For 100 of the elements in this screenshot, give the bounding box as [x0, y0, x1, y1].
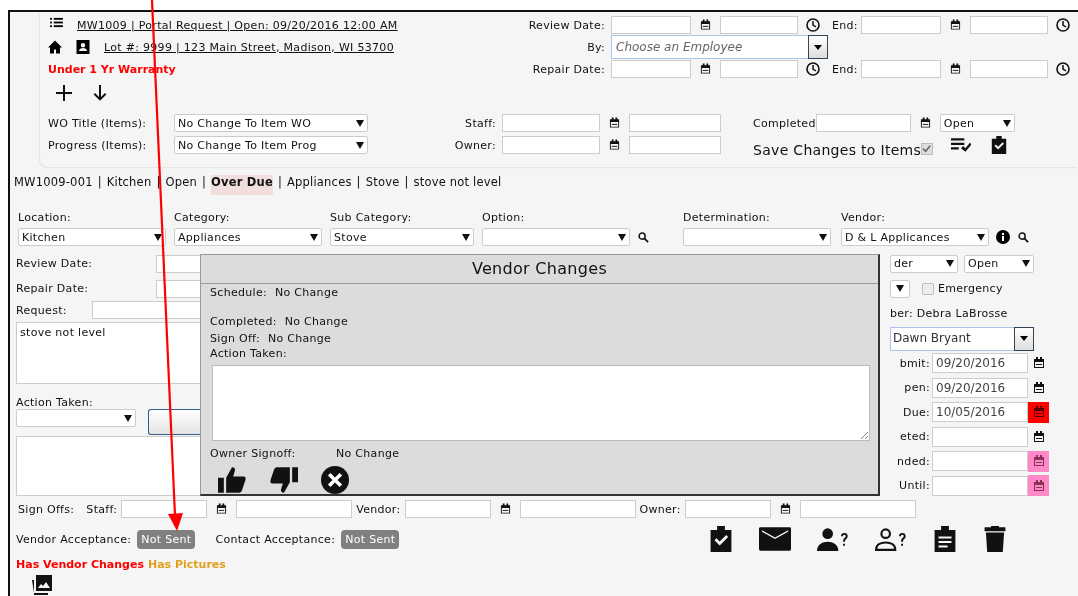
contact-card-icon[interactable] [76, 40, 90, 54]
calendar-icon[interactable] [499, 503, 511, 515]
save-changes-checkbox[interactable] [921, 143, 934, 155]
text-field[interactable] [799, 500, 916, 518]
type-select[interactable]: der [890, 254, 958, 273]
dropdown-button[interactable] [1014, 326, 1034, 351]
thumbs-up-icon[interactable] [216, 466, 248, 494]
field-label: End: [832, 18, 858, 32]
trash-icon[interactable] [983, 526, 1008, 552]
list-icon[interactable] [50, 16, 63, 28]
priority-select[interactable] [890, 279, 910, 298]
person-outline-question-icon[interactable] [875, 526, 908, 552]
pictures-icon[interactable] [32, 575, 52, 595]
field-label: Option: [482, 211, 526, 224]
date-field[interactable] [860, 16, 941, 34]
field-label: Review Date: [16, 257, 94, 270]
assignee-field[interactable]: Dawn Bryant [890, 326, 1014, 351]
calendar-button[interactable] [1028, 475, 1049, 497]
calendar-icon[interactable] [216, 503, 228, 515]
date-field[interactable] [611, 60, 691, 78]
resize-grip-icon[interactable] [860, 431, 868, 439]
field-label: Completed [753, 116, 816, 130]
employee-field[interactable]: Choose an Employee [611, 35, 808, 59]
text-field[interactable] [236, 500, 353, 518]
search-icon[interactable] [1018, 231, 1029, 243]
date-field[interactable] [932, 451, 1028, 472]
calendar-icon[interactable] [609, 139, 620, 151]
mail-icon[interactable] [759, 526, 792, 552]
date-field[interactable] [932, 426, 1028, 447]
summary-item: Appliances [287, 175, 352, 191]
thumbs-down-icon[interactable] [268, 466, 300, 494]
caret-icon [1020, 336, 1028, 341]
status-select[interactable]: Open [939, 114, 1015, 132]
info-icon[interactable] [996, 230, 1010, 244]
checkbox-label: Emergency [938, 282, 1003, 295]
clock-icon[interactable] [806, 62, 820, 76]
add-icon[interactable] [56, 85, 72, 101]
field-value: No Change [274, 286, 339, 299]
date-field[interactable] [860, 60, 941, 78]
dropdown-select[interactable]: Stove [330, 228, 474, 246]
clock-icon[interactable] [1055, 62, 1070, 76]
dropdown-select[interactable]: Appliances [174, 228, 322, 246]
field-value: No Change [336, 447, 400, 460]
clock-icon[interactable] [1055, 18, 1070, 32]
search-icon[interactable] [638, 231, 649, 243]
calendar-icon[interactable] [779, 503, 791, 515]
caret-icon [124, 414, 132, 422]
calendar-icon[interactable] [949, 63, 961, 75]
field-label: Action Taken: [16, 396, 94, 409]
field-label: Sign Off: [210, 332, 260, 345]
field-label: Due: [901, 405, 930, 419]
field-label: Vendor: [356, 502, 401, 516]
date-field[interactable] [404, 500, 491, 518]
clock-icon[interactable] [806, 18, 820, 32]
clipboard-list-icon[interactable] [933, 526, 958, 552]
checklist-icon[interactable] [951, 136, 972, 154]
time-field[interactable] [969, 16, 1048, 34]
date-field[interactable]: 10/05/2016 [932, 402, 1028, 423]
field-label: Request: [16, 303, 68, 317]
owner-field[interactable] [502, 136, 600, 154]
staff-field[interactable] [502, 114, 600, 132]
emergency-checkbox[interactable] [922, 282, 934, 295]
calendar-icon [1032, 479, 1045, 492]
field-label: Owner: [453, 138, 496, 152]
status-select[interactable]: Open [964, 254, 1034, 273]
calendar-icon[interactable] [949, 19, 961, 31]
dropdown-select[interactable]: Kitchen [18, 228, 166, 246]
wo-title-select[interactable]: No Change To Item WO [174, 114, 368, 132]
dropdown-select[interactable]: D & L Applicances [841, 228, 989, 246]
completed-field[interactable] [815, 114, 911, 132]
cancel-icon[interactable] [320, 466, 350, 494]
person-question-icon[interactable] [817, 526, 850, 552]
clipboard-check-icon[interactable] [709, 526, 734, 552]
text-field[interactable] [629, 114, 721, 132]
home-icon[interactable] [48, 40, 62, 54]
field-label: By: [586, 40, 605, 54]
calendar-icon[interactable] [919, 117, 931, 129]
field-label: pen: [903, 381, 930, 395]
calendar-icon[interactable] [609, 117, 620, 129]
date-field[interactable] [611, 16, 691, 34]
calendar-icon[interactable] [700, 19, 711, 31]
calendar-icon[interactable] [700, 63, 711, 75]
caret-icon [356, 141, 364, 149]
date-field[interactable]: 09/20/2016 [932, 353, 1028, 374]
calendar-button[interactable] [1028, 401, 1049, 423]
date-field[interactable] [684, 500, 771, 518]
dropdown-button[interactable] [808, 35, 828, 59]
date-field[interactable] [932, 475, 1028, 496]
down-arrow-icon[interactable] [92, 85, 108, 101]
time-field[interactable] [720, 16, 798, 34]
time-field[interactable] [720, 60, 798, 78]
progress-select[interactable]: No Change To Item Prog [174, 136, 368, 154]
separator: | [404, 175, 409, 191]
text-field[interactable] [629, 136, 721, 154]
date-field[interactable] [121, 500, 208, 518]
calendar-button[interactable] [1028, 450, 1049, 472]
time-field[interactable] [969, 60, 1048, 78]
date-field[interactable]: 09/20/2016 [932, 377, 1028, 398]
separator: | [201, 175, 207, 191]
text-field[interactable] [519, 500, 636, 518]
